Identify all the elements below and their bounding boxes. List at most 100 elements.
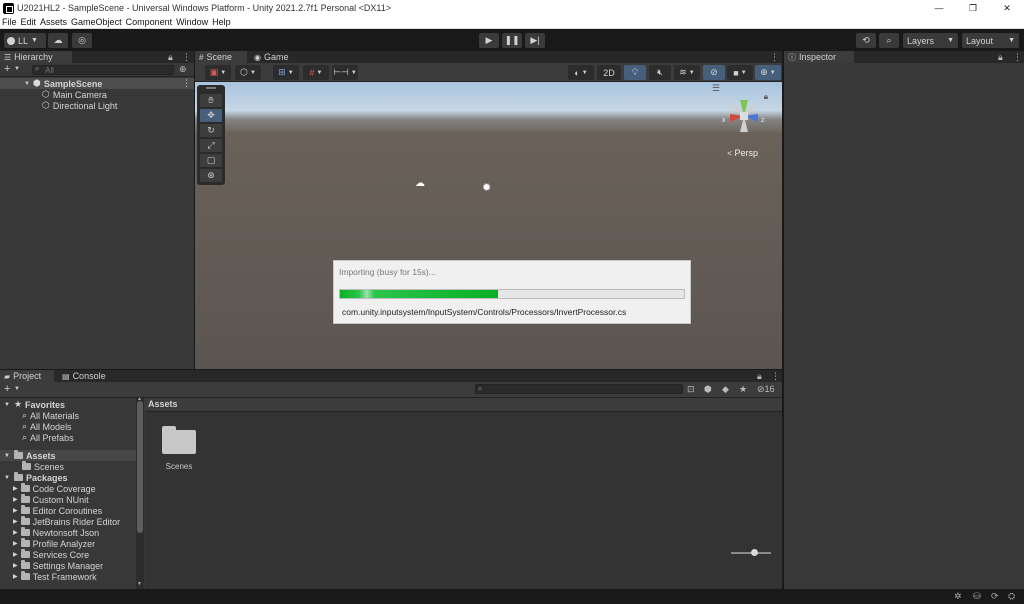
minimize-button[interactable]: — xyxy=(922,0,956,16)
chevron-down-icon[interactable]: ▼ xyxy=(4,402,10,408)
tab-console[interactable]: ▤ Console xyxy=(58,370,114,382)
chevron-down-icon[interactable]: ▼ xyxy=(4,475,10,481)
lighting-toggle[interactable]: 💡︎ xyxy=(624,65,646,80)
chevron-right-icon[interactable]: ▶ xyxy=(13,562,18,569)
scroll-down-icon[interactable]: ▼ xyxy=(137,581,142,587)
tree-row-package[interactable]: ▶ Newtonsoft Json xyxy=(0,527,136,538)
effects-dropdown[interactable]: ≋ ▼ xyxy=(674,65,700,80)
viewport-menu-icon[interactable]: ☰ xyxy=(712,83,720,94)
light-gizmo-icon[interactable]: ✹ xyxy=(482,181,491,194)
transform-tool-button[interactable]: ⊛ xyxy=(200,169,222,182)
chevron-right-icon[interactable]: ▶ xyxy=(13,496,18,503)
hidden-packages-toggle[interactable]: ⊘16 xyxy=(757,384,775,395)
hierarchy-search-input[interactable] xyxy=(32,65,174,75)
menu-file[interactable]: File xyxy=(2,17,17,27)
tree-row-favorites[interactable]: ▼ ★ Favorites xyxy=(0,399,136,410)
tree-row-package[interactable]: ▶ JetBrains Rider Editor xyxy=(0,516,136,527)
tree-row-assets[interactable]: ▼ Assets xyxy=(0,450,136,461)
palette-drag-handle[interactable] xyxy=(206,87,216,89)
move-tool-button[interactable]: ✥ xyxy=(200,109,222,122)
step-button[interactable]: ▶| xyxy=(525,33,545,48)
lock-icon[interactable]: 🔒︎ xyxy=(757,371,762,382)
icon-size-slider[interactable] xyxy=(731,549,771,557)
tab-scene[interactable]: # Scene xyxy=(195,51,247,63)
tree-row-package[interactable]: ▶ Settings Manager xyxy=(0,560,136,571)
chevron-right-icon[interactable]: ▶ xyxy=(13,507,18,514)
breadcrumb[interactable]: Assets xyxy=(145,398,782,412)
shading-sphere-dropdown[interactable]: ◐ ▼ xyxy=(568,65,594,80)
chevron-down-icon[interactable]: ▼ xyxy=(24,81,30,87)
bug-icon[interactable]: ✲ xyxy=(954,591,962,602)
tree-row-packages[interactable]: ▼ Packages xyxy=(0,472,136,483)
history-button[interactable]: ⟲ xyxy=(856,33,876,48)
grid-snapping-dropdown[interactable]: ⊞ ▼ xyxy=(273,65,299,80)
chevron-right-icon[interactable]: ▶ xyxy=(13,573,18,580)
menu-window[interactable]: Window xyxy=(176,17,208,27)
chevron-down-icon[interactable]: ▼ xyxy=(14,386,20,392)
tree-row-package[interactable]: ▶ Custom NUnit xyxy=(0,494,136,505)
chevron-right-icon[interactable]: ▶ xyxy=(13,518,18,525)
progress-spinner-icon[interactable]: ⟳ xyxy=(991,591,999,602)
filter-by-label-icon[interactable]: ◆ xyxy=(722,384,729,395)
tab-hierarchy[interactable]: ☰ Hierarchy xyxy=(0,51,72,63)
grid-visibility-dropdown[interactable]: # ▼ xyxy=(303,65,329,80)
tab-project[interactable]: ▰ Project xyxy=(0,370,54,382)
camera-gizmo-icon[interactable]: ☁ xyxy=(415,178,425,189)
hand-tool-button[interactable]: ✋︎ xyxy=(200,94,222,107)
menu-component[interactable]: Component xyxy=(126,17,173,27)
chevron-right-icon[interactable]: ▶ xyxy=(13,551,18,558)
menu-help[interactable]: Help xyxy=(212,17,231,27)
tree-row-package[interactable]: ▶ Editor Coroutines xyxy=(0,505,136,516)
cloud-button[interactable]: ☁ xyxy=(48,33,68,48)
play-button[interactable]: ▶ xyxy=(479,33,499,48)
panel-menu-icon[interactable]: ⋮ xyxy=(771,371,780,382)
hidden-objects-toggle[interactable]: ⊘ xyxy=(703,65,725,80)
account-dropdown[interactable]: LL ▼ xyxy=(4,33,46,48)
lock-icon[interactable]: 🔒︎ xyxy=(168,52,173,63)
tree-row-all-models[interactable]: ⌕ All Models xyxy=(0,421,136,432)
create-button[interactable]: + xyxy=(4,383,10,395)
close-button[interactable]: ✕ xyxy=(990,0,1024,16)
tree-row-package[interactable]: ▶ Profile Analyzer xyxy=(0,538,136,549)
tree-row-package[interactable]: ▶ Test Framework xyxy=(0,571,136,582)
cache-server-icon[interactable]: ⛁ xyxy=(973,591,981,602)
tree-row-directional-light[interactable]: ⬡ Directional Light xyxy=(0,100,194,111)
collab-button[interactable]: ◎ xyxy=(72,33,92,48)
tab-inspector[interactable]: ⓘ Inspector xyxy=(784,51,854,63)
render-mode-dropdown[interactable]: ⬡ ▼ xyxy=(235,65,261,80)
chevron-right-icon[interactable]: ▶ xyxy=(13,529,18,536)
tree-row-main-camera[interactable]: ⬡ Main Camera xyxy=(0,89,194,100)
lock-icon[interactable]: 🔒︎ xyxy=(998,52,1003,63)
rect-tool-button[interactable]: ▢ xyxy=(200,154,222,167)
scale-tool-button[interactable]: ⤢ xyxy=(200,139,222,152)
scrollbar-thumb[interactable] xyxy=(137,401,143,533)
chevron-right-icon[interactable]: ▶ xyxy=(13,540,18,547)
search-window-icon[interactable]: ⊡ xyxy=(687,384,695,395)
tree-row-scene[interactable]: ▼ ⬢ SampleScene ⋮ xyxy=(0,78,194,89)
pause-button[interactable]: ❚❚ xyxy=(502,33,522,48)
layout-dropdown[interactable]: Layout ▼ xyxy=(962,33,1019,48)
tree-row-package[interactable]: ▶ Services Core xyxy=(0,549,136,560)
tab-game[interactable]: ◉ Game xyxy=(250,51,296,63)
draw-mode-dropdown[interactable]: ▣ ▼ xyxy=(205,65,231,80)
menu-gameobject[interactable]: GameObject xyxy=(71,17,122,27)
panel-menu-icon[interactable]: ⋮ xyxy=(1013,52,1022,63)
chevron-down-icon[interactable]: ▼ xyxy=(4,453,10,459)
panel-menu-icon[interactable]: ⋮ xyxy=(182,52,191,63)
auto-generate-lighting-icon[interactable]: ⛭ xyxy=(1008,591,1015,602)
menu-assets[interactable]: Assets xyxy=(40,17,67,27)
favorite-star-icon[interactable]: ★ xyxy=(739,384,747,395)
scene-viewport[interactable]: ✋︎ ✥ ↻ ⤢ ▢ ⊛ ☁ ✹ ☰ 🔒︎ x z < Persp xyxy=(195,82,782,369)
panel-menu-icon[interactable]: ⋮ xyxy=(770,52,779,63)
mode-2d-toggle[interactable]: 2D xyxy=(597,65,621,80)
chevron-down-icon[interactable]: ▼ xyxy=(14,66,20,72)
tree-row-package[interactable]: ▶ Code Coverage xyxy=(0,483,136,494)
tree-row-scenes[interactable]: Scenes xyxy=(0,461,136,472)
search-by-type-icon[interactable]: ⊕ xyxy=(179,64,187,75)
asset-tile-scenes[interactable]: Scenes xyxy=(159,426,199,476)
maximize-button[interactable]: ❐ xyxy=(956,0,990,16)
camera-dropdown[interactable]: ■ ▼ xyxy=(727,65,753,80)
create-button[interactable]: + xyxy=(4,63,10,75)
projection-toggle[interactable]: < Persp xyxy=(727,148,758,158)
menu-edit[interactable]: Edit xyxy=(21,17,37,27)
